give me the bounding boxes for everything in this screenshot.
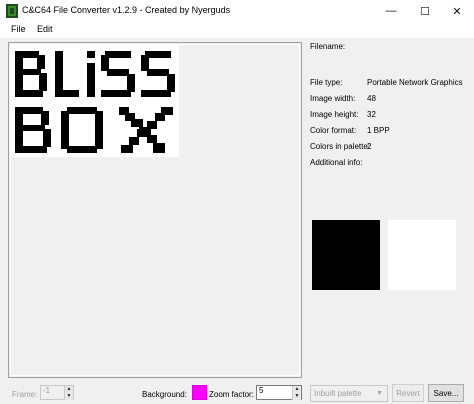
background-label: Background: bbox=[142, 390, 187, 399]
file-type-value: Portable Network Graphics bbox=[367, 78, 463, 87]
main-panel: Filename: File type: Portable Network Gr… bbox=[0, 38, 474, 404]
spin-up-icon[interactable]: ▲ bbox=[64, 386, 73, 393]
menu-bar: File Edit bbox=[0, 22, 474, 38]
zoom-factor-value: 5 bbox=[259, 386, 264, 395]
save-button[interactable]: Save... bbox=[428, 384, 464, 402]
preview-image bbox=[11, 45, 179, 157]
frame-label: Frame: bbox=[12, 390, 38, 399]
window-title: C&C64 File Converter v1.2.9 - Created by… bbox=[22, 5, 231, 15]
palette-swatch-black[interactable] bbox=[312, 220, 380, 290]
palette-select-value: Inbuilt palette bbox=[314, 389, 362, 398]
image-height-value: 32 bbox=[367, 110, 376, 119]
spin-down-icon[interactable]: ▼ bbox=[292, 393, 301, 400]
bottom-toolbar: Frame: -1 ▲ ▼ Background: Zoom factor: 5… bbox=[0, 382, 474, 404]
maximize-button[interactable]: ☐ bbox=[408, 0, 442, 22]
menu-edit[interactable]: Edit bbox=[34, 24, 56, 34]
revert-button[interactable]: Revert bbox=[392, 384, 424, 402]
zoom-factor-input[interactable]: 5 ▲ ▼ bbox=[256, 385, 302, 400]
image-text-row-1 bbox=[15, 51, 175, 97]
image-height-label: Image height: bbox=[310, 110, 359, 119]
menu-file[interactable]: File bbox=[8, 24, 29, 34]
spin-up-icon[interactable]: ▲ bbox=[292, 386, 301, 393]
colors-in-palette-label: Colors in palette: bbox=[310, 142, 371, 151]
zoom-factor-label: Zoom factor: bbox=[209, 390, 254, 399]
image-width-value: 48 bbox=[367, 94, 376, 103]
frame-input[interactable]: -1 ▲ ▼ bbox=[40, 385, 74, 400]
spin-down-icon[interactable]: ▼ bbox=[64, 393, 73, 400]
title-bar: C&C64 File Converter v1.2.9 - Created by… bbox=[0, 0, 474, 22]
image-preview-panel[interactable] bbox=[8, 42, 302, 378]
app-icon bbox=[6, 4, 18, 18]
filename-label: Filename: bbox=[310, 42, 346, 51]
close-button[interactable]: ✕ bbox=[440, 0, 474, 22]
color-format-value: 1 BPP bbox=[367, 126, 390, 135]
minimize-button[interactable]: — bbox=[374, 0, 408, 22]
additional-info-label: Additional info: bbox=[310, 158, 363, 167]
chevron-down-icon: ▼ bbox=[376, 390, 383, 397]
background-color-picker[interactable] bbox=[192, 385, 207, 400]
palette-select[interactable]: Inbuilt palette ▼ bbox=[310, 385, 388, 402]
colors-in-palette-value: 2 bbox=[367, 142, 372, 151]
palette-swatch-white[interactable] bbox=[388, 220, 456, 290]
color-format-label: Color format: bbox=[310, 126, 357, 135]
frame-input-value: -1 bbox=[43, 386, 51, 395]
preview-image-canvas bbox=[15, 51, 175, 153]
image-width-label: Image width: bbox=[310, 94, 356, 103]
image-text-row-2 bbox=[15, 107, 173, 153]
file-type-label: File type: bbox=[310, 78, 343, 87]
